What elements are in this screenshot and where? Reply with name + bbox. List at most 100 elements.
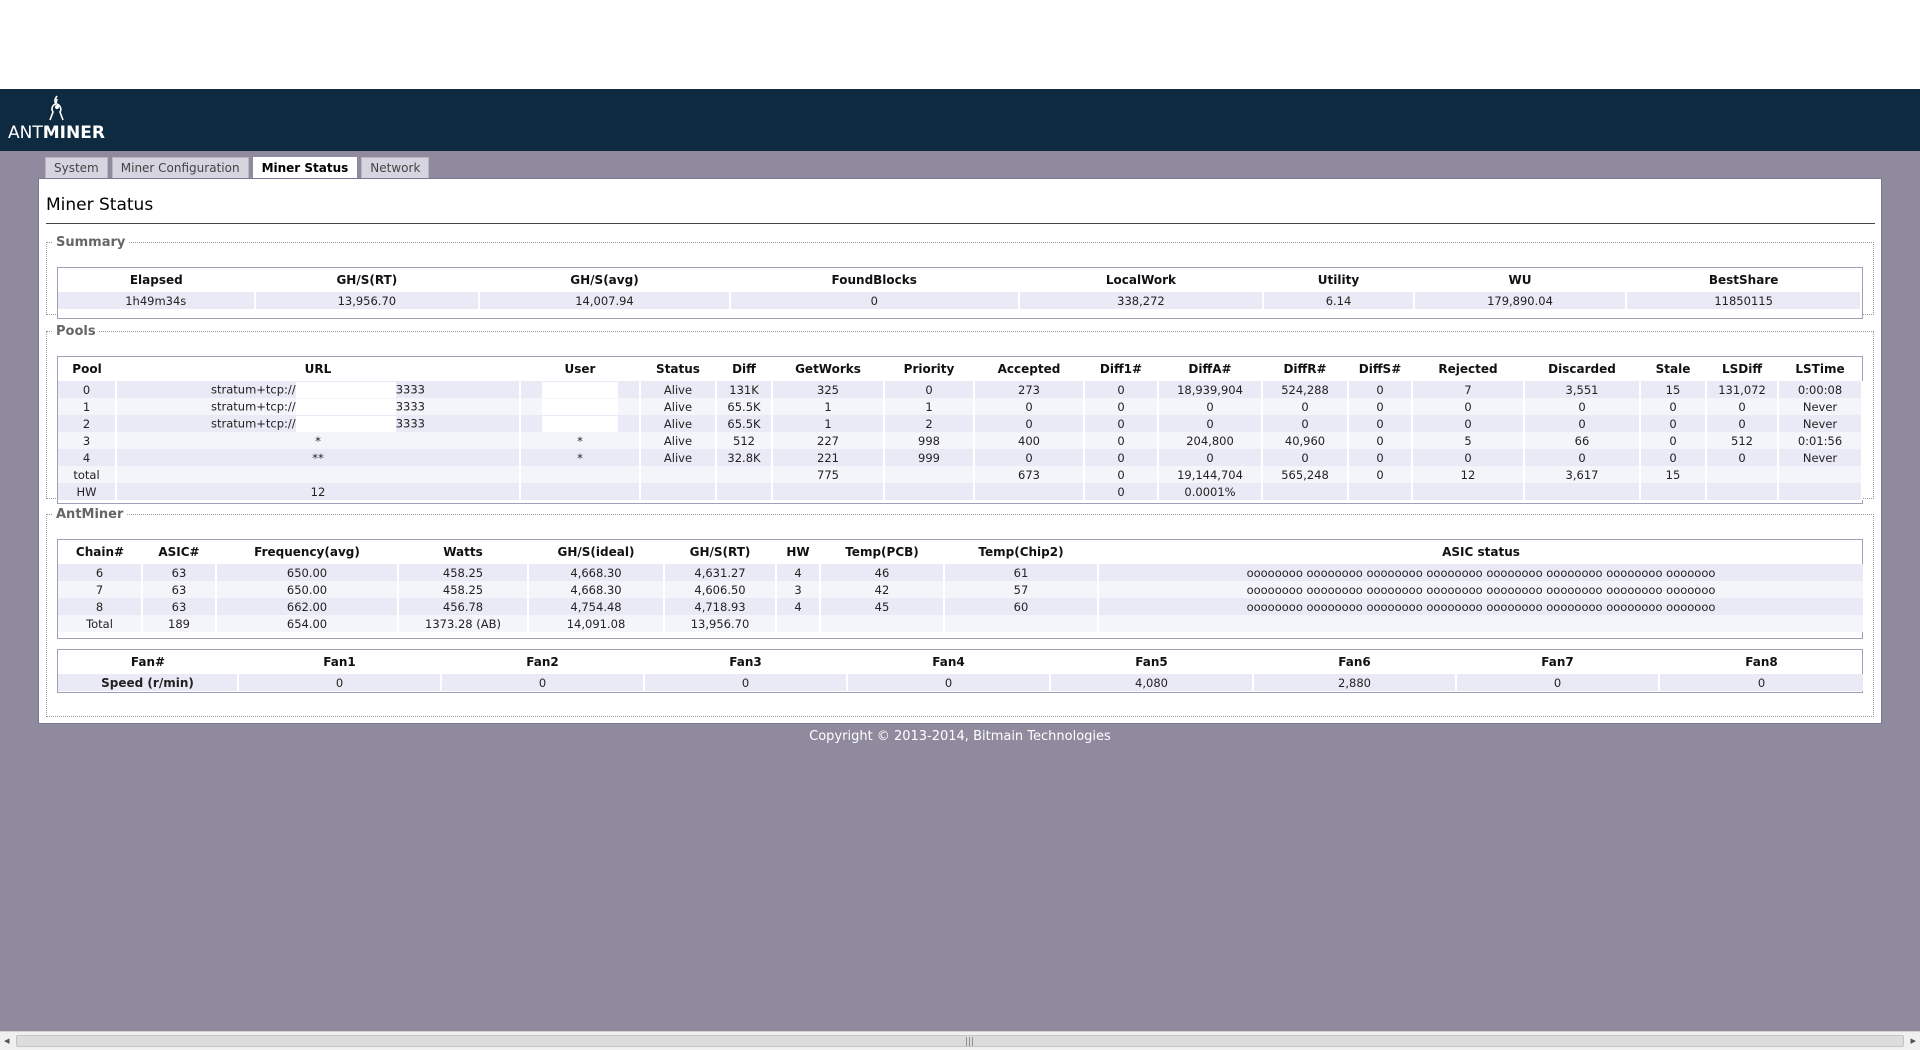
fan-speed-cell: 0 <box>847 674 1051 691</box>
summary-cell: 338,272 <box>1018 292 1265 309</box>
pools-cell-status: Alive <box>640 398 717 415</box>
pool-url-prefix: stratum+tcp:// <box>211 399 296 413</box>
table-row: 0 stratum+tcp://3333 Alive 131K 325 0 273 0 18,9… <box>58 381 1863 398</box>
pools-cell-rejected <box>1412 483 1525 500</box>
pools-cell-getworks: 1 <box>772 398 885 415</box>
antminer-logo: ANTMINER <box>8 95 108 149</box>
antminer-cell: 8 <box>58 598 143 615</box>
pools-cell-accepted: 273 <box>974 381 1085 398</box>
pools-cell-discarded: 0 <box>1524 398 1641 415</box>
pools-cell-status: Alive <box>640 381 717 398</box>
pools-cell-stale: 15 <box>1640 466 1707 483</box>
fan-speed-cell: 4,080 <box>1050 674 1254 691</box>
pools-cell-getworks <box>772 483 885 500</box>
pools-cell-discarded: 66 <box>1524 432 1641 449</box>
antminer-header: Temp(PCB) <box>845 545 919 559</box>
horizontal-scrollbar[interactable]: ◂ ||| ▸ <box>0 1031 1920 1050</box>
summary-header: BestShare <box>1708 273 1779 287</box>
header-bar: ANTMINER <box>0 89 1920 151</box>
pools-cell-lstime: Never <box>1778 449 1863 466</box>
pools-cell-user <box>520 466 641 483</box>
pools-cell-discarded: 0 <box>1524 449 1641 466</box>
fan-speed-cell: 2,880 <box>1253 674 1457 691</box>
pool-url-prefix: stratum+tcp:// <box>211 382 296 396</box>
pools-cell-stale <box>1640 483 1707 500</box>
antminer-cell: 458.25 <box>398 581 529 598</box>
scroll-right-arrow-icon[interactable]: ▸ <box>1910 1034 1916 1047</box>
pools-cell-diff: 32.8K <box>716 449 773 466</box>
table-row: Total 189 654.00 1373.28 (AB) 14,091.08 13,95… <box>58 615 1865 632</box>
summary-header: GH/S(RT) <box>336 273 398 287</box>
pools-header: User <box>564 362 596 376</box>
antminer-cell: 60 <box>944 598 1099 615</box>
scroll-left-arrow-icon[interactable]: ◂ <box>4 1034 10 1047</box>
pools-cell-accepted: 673 <box>974 466 1085 483</box>
tab-miner-status[interactable]: Miner Status <box>252 157 358 180</box>
summary-cell: 11850115 <box>1626 292 1862 309</box>
fans-header: Fan3 <box>729 655 762 669</box>
antminer-cell: 6 <box>58 564 143 581</box>
asic-status-cell: oooooooo oooooooo oooooooo oooooooo oooo… <box>1098 564 1865 581</box>
page-title: Miner Status <box>46 195 154 215</box>
brand-word-bold: MINER <box>42 123 105 143</box>
antminer-cell: 650.00 <box>216 581 399 598</box>
pools-table: Pool URL User Status Diff GetWorks Priority Acc… <box>58 357 1863 500</box>
table-row: 2 stratum+tcp://3333 Alive 65.5K 1 2 0 0 0 0 0 0 0 0 0… <box>58 415 1863 432</box>
fans-header: Fan8 <box>1745 655 1778 669</box>
pools-cell-rejected: 7 <box>1412 381 1525 398</box>
summary-table: Elapsed GH/S(RT) GH/S(avg) FoundBlocks Local… <box>58 268 1862 309</box>
antminer-cell: 57 <box>944 581 1099 598</box>
brand-word-thin: ANT <box>8 123 43 143</box>
pools-cell-discarded: 0 <box>1524 415 1641 432</box>
pools-cell-user <box>520 398 641 415</box>
pools-cell-lstime: 0:00:08 <box>1778 381 1863 398</box>
pools-section: Pools Pool URL User Status Diff GetWorks Prior… <box>46 324 1874 504</box>
pools-cell-priority: 1 <box>884 398 975 415</box>
fan-speed-cell: 0 <box>1456 674 1660 691</box>
pools-cell-url: stratum+tcp:// 3333 <box>116 415 521 432</box>
tab-network[interactable]: Network <box>361 157 430 179</box>
fan-speed-cell: 0 <box>441 674 645 691</box>
pools-cell-diff1: 0 <box>1084 381 1159 398</box>
scrollbar-thumb[interactable]: ||| <box>16 1035 1904 1047</box>
antminer-header: Chain# <box>75 545 125 559</box>
pools-cell-lsdiff <box>1706 483 1779 500</box>
pools-cell-discarded: 3,551 <box>1524 381 1641 398</box>
summary-cell: 13,956.70 <box>254 292 481 309</box>
antminer-header: Watts <box>443 545 483 559</box>
summary-header: GH/S(avg) <box>570 273 639 287</box>
pools-header: URL <box>304 362 332 376</box>
tab-miner-configuration[interactable]: Miner Configuration <box>111 157 249 179</box>
antminer-box: Chain# ASIC# Frequency(avg) Watts GH/S(ideal… <box>57 539 1865 639</box>
antminer-cell: 13,956.70 <box>664 615 777 632</box>
antminer-wordmark: ANTMINER <box>8 123 105 143</box>
pools-cell-priority <box>884 466 975 483</box>
pool-url-redacted <box>295 381 396 398</box>
pools-cell-pool: 0 <box>58 381 117 398</box>
pools-legend: Pools <box>56 324 96 339</box>
tab-system[interactable]: System <box>45 157 108 179</box>
antminer-cell: 42 <box>820 581 945 598</box>
antminer-cell: 63 <box>142 581 217 598</box>
pools-cell-diffa: 204,800 <box>1158 432 1263 449</box>
antminer-header: GH/S(ideal) <box>557 545 635 559</box>
fans-header: Fan1 <box>323 655 356 669</box>
pools-cell-diff1: 0 <box>1084 432 1159 449</box>
pools-cell-pool: 2 <box>58 415 117 432</box>
pools-cell-diffs: 0 <box>1348 449 1413 466</box>
antminer-cell: 4 <box>776 598 821 615</box>
pools-cell-diff1: 0 <box>1084 449 1159 466</box>
pools-cell-diffr: 524,288 <box>1262 381 1349 398</box>
pools-cell-getworks: 1 <box>772 415 885 432</box>
pools-cell-diff1: 0 <box>1084 415 1159 432</box>
fans-header: Fan# <box>130 655 166 669</box>
pools-cell-lstime: 0:01:56 <box>1778 432 1863 449</box>
antminer-cell: 4,668.30 <box>528 564 665 581</box>
pools-header: Stale <box>1655 362 1691 376</box>
pools-cell-rejected: 0 <box>1412 449 1525 466</box>
antminer-section: AntMiner Chain# ASIC# Frequency(avg) Watts G… <box>46 507 1874 717</box>
pools-cell-diff: 131K <box>716 381 773 398</box>
pools-cell-diffr: 0 <box>1262 398 1349 415</box>
pool-url-redacted <box>295 398 396 415</box>
antminer-cell: 456.78 <box>398 598 529 615</box>
